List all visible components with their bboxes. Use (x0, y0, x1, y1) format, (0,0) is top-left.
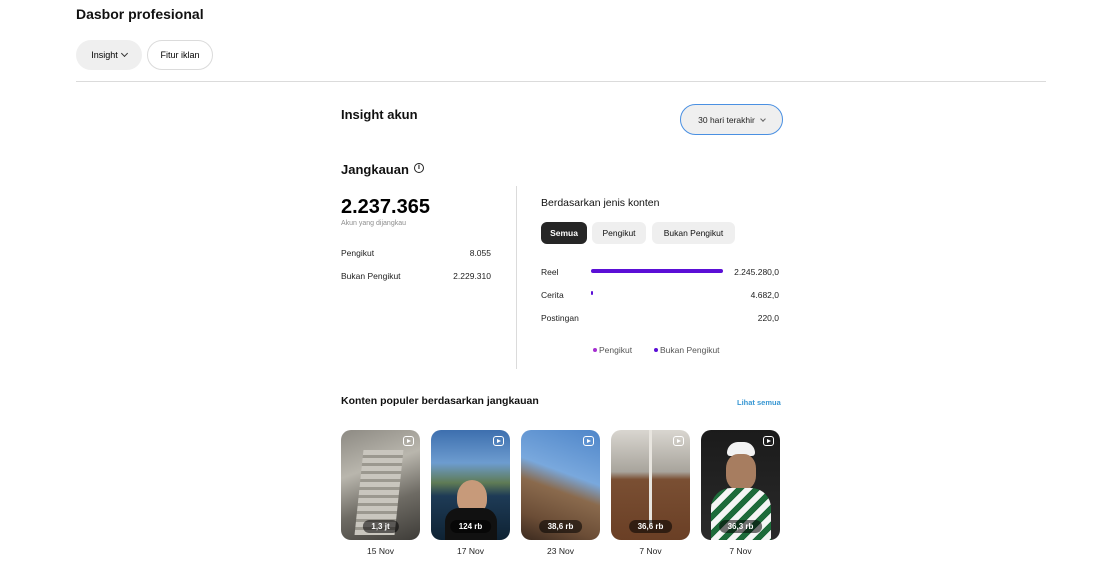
post-date: 7 Nov (639, 546, 662, 556)
tab-non-followers[interactable]: Bukan Pengikut (652, 222, 735, 244)
date-range-select[interactable]: 30 hari terakhir (680, 104, 783, 135)
reach-title: Jangkauan (341, 162, 409, 177)
non-followers-value: 2.229.310 (453, 271, 491, 281)
content-type-title: Berdasarkan jenis konten (541, 197, 660, 209)
popular-reel-thumbnail[interactable]: 1,3 jt (341, 430, 420, 540)
legend-non-followers: Bukan Pengikut (654, 345, 720, 355)
legend-followers-label: Pengikut (599, 345, 633, 355)
stories-bar-fill (591, 291, 593, 295)
view-count: 38,6 rb (538, 520, 583, 533)
popular-reel-thumbnail[interactable]: 124 rb (431, 430, 510, 540)
page-title: Dasbor profesional (76, 6, 204, 22)
non-followers-label: Bukan Pengikut (341, 271, 401, 281)
view-count: 1,3 jt (362, 520, 399, 533)
thumbnail-image (726, 454, 756, 490)
legend-non-followers-dot (654, 348, 658, 352)
posts-bar (591, 314, 723, 318)
tab-followers-label: Pengikut (602, 228, 636, 238)
account-insights-title: Insight akun (341, 107, 418, 122)
ads-tools-tab-label: Fitur iklan (160, 50, 200, 60)
view-count: 36,6 rb (628, 520, 673, 533)
chevron-down-icon (760, 115, 766, 122)
post-date: 17 Nov (457, 546, 484, 556)
stories-value: 4.682,0 (750, 290, 779, 300)
reels-label: Reel (541, 267, 559, 277)
thumbnail-image (649, 430, 652, 525)
followers-value: 8.055 (469, 248, 491, 258)
post-date: 15 Nov (367, 546, 394, 556)
reel-icon (583, 436, 594, 446)
header-divider (76, 81, 1046, 82)
tab-all-label: Semua (550, 228, 578, 238)
chevron-down-icon (120, 49, 128, 58)
post-date: 23 Nov (547, 546, 574, 556)
reel-icon (403, 436, 414, 446)
reel-icon (493, 436, 504, 446)
post-date: 7 Nov (729, 546, 752, 556)
reels-bar-fill (591, 269, 723, 273)
reels-value: 2.245.280,0 (734, 267, 779, 277)
posts-label: Postingan (541, 313, 579, 323)
tab-followers[interactable]: Pengikut (592, 222, 646, 244)
legend-non-followers-label: Bukan Pengikut (660, 345, 720, 355)
ads-tools-tab[interactable]: Fitur iklan (147, 40, 213, 70)
tab-non-followers-label: Bukan Pengikut (663, 228, 724, 238)
legend-followers: Pengikut (593, 345, 632, 355)
date-range-label: 30 hari terakhir (698, 114, 755, 125)
vertical-divider (516, 186, 517, 369)
popular-content-title: Konten populer berdasarkan jangkauan (341, 395, 539, 407)
reels-bar (591, 269, 723, 273)
view-count: 36,3 rb (718, 520, 763, 533)
tab-all[interactable]: Semua (541, 222, 587, 244)
reel-icon (763, 436, 774, 446)
see-all-link[interactable]: Lihat semua (737, 398, 781, 407)
insight-tab-label: Insight (91, 50, 118, 60)
info-icon[interactable]: i (414, 163, 424, 173)
posts-value: 220,0 (757, 313, 779, 323)
stories-bar (591, 291, 723, 295)
insight-tab[interactable]: Insight (76, 40, 142, 70)
reach-total-label: Akun yang dijangkau (341, 220, 406, 227)
followers-label: Pengikut (341, 248, 375, 258)
legend-followers-dot (593, 348, 597, 352)
reel-icon (673, 436, 684, 446)
popular-reel-thumbnail[interactable]: 38,6 rb (521, 430, 600, 540)
reach-total: 2.237.365 (341, 196, 430, 218)
popular-reel-thumbnail[interactable]: 36,6 rb (611, 430, 690, 540)
stories-label: Cerita (541, 290, 564, 300)
popular-reel-thumbnail[interactable]: 36,3 rb (701, 430, 780, 540)
view-count: 124 rb (449, 520, 492, 533)
